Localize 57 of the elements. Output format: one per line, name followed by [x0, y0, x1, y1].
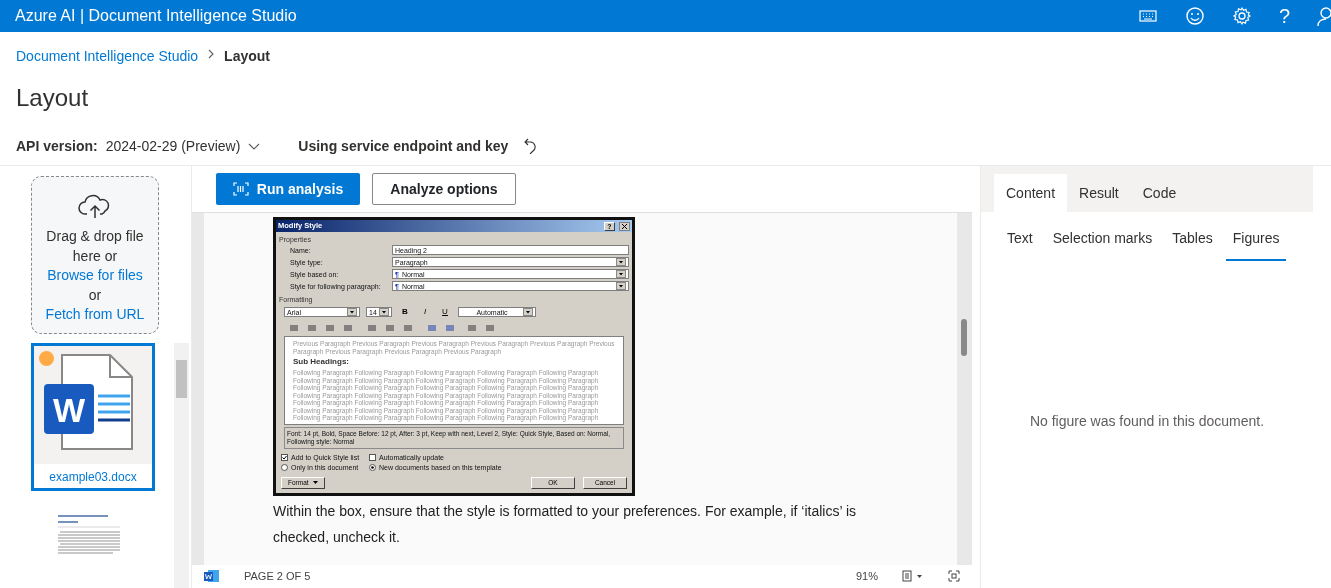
document-paragraph: Within the box, ensure that the style is formatted to your preferences. For example, if ‘italics’ is checked, uncheck it. — [273, 501, 858, 547]
word-icon — [204, 569, 220, 583]
api-version-label: API version: — [16, 137, 98, 156]
cloud-upload-icon — [78, 193, 112, 219]
tab[interactable]: Selection marks — [1045, 228, 1160, 261]
person-icon[interactable] — [1317, 6, 1331, 26]
analyze-options-button[interactable]: Analyze options — [372, 173, 516, 205]
dropdown-arrow-icon — [616, 282, 626, 290]
scrollbar-thumb[interactable] — [176, 360, 187, 398]
tab[interactable]: Tables — [1165, 228, 1220, 261]
file-thumbnail[interactable]: W example03.docx — [31, 343, 155, 491]
underline-button[interactable]: U — [438, 306, 452, 318]
upload-text: Drag & drop file here or — [45, 227, 145, 266]
settings-icon[interactable] — [1231, 6, 1252, 26]
dropdown-arrow-icon — [523, 308, 533, 316]
app-title: Azure AI | Document Intelligence Studio — [15, 6, 298, 26]
dropdown-arrow-icon — [347, 308, 357, 316]
radio-button[interactable] — [281, 463, 288, 471]
run-analysis-button[interactable]: Run analysis — [216, 173, 360, 205]
endpoint-label: Using service endpoint and key — [298, 137, 509, 156]
dropdown-arrow-icon — [379, 308, 389, 316]
breadcrumb-link[interactable]: Document Intelligence Studio — [16, 46, 199, 67]
empty-message: No figure was found in this document. — [1028, 412, 1266, 431]
italic-button[interactable]: I — [418, 306, 432, 318]
bold-button[interactable]: B — [398, 306, 412, 318]
scan-icon — [232, 182, 249, 196]
smiley-icon[interactable] — [1184, 6, 1205, 26]
upload-link[interactable]: Fetch from URL — [32, 305, 158, 325]
help-button[interactable]: ? — [1278, 1, 1290, 31]
tab[interactable]: Text — [1000, 228, 1040, 261]
checkbox[interactable] — [369, 453, 376, 461]
file-name: example03.docx — [34, 464, 152, 488]
checkbox[interactable] — [281, 453, 288, 461]
upload-link[interactable]: Browse for files — [32, 266, 158, 286]
radio-button[interactable] — [369, 463, 376, 471]
scrollbar-thumb[interactable] — [961, 319, 967, 356]
tab[interactable]: Result — [1067, 174, 1131, 212]
api-version-dropdown[interactable]: 2024-02-29 (Preview) — [105, 136, 261, 157]
tab[interactable]: Content — [994, 174, 1068, 212]
dropdown-arrow-icon — [616, 258, 626, 266]
page-indicator: PAGE 2 OF 5 — [244, 568, 312, 584]
page-title: Layout — [16, 84, 90, 113]
upload-area[interactable]: Drag & drop file here or Browse for files or Fetch from URL — [31, 176, 159, 334]
tab[interactable]: Figures — [1225, 228, 1287, 261]
tab[interactable]: Code — [1130, 174, 1189, 212]
undo-icon[interactable] — [524, 136, 539, 154]
dropdown-arrow-icon — [616, 270, 626, 278]
chevron-down-icon — [248, 141, 261, 152]
breadcrumb-current: Layout — [224, 47, 270, 66]
fit-screen-icon[interactable] — [948, 570, 960, 582]
caret-icon — [312, 480, 318, 485]
scrollbar[interactable] — [174, 343, 189, 588]
page-view-icon[interactable] — [902, 570, 924, 582]
upload-text: or — [87, 285, 103, 305]
preview-heading: Sub Headings: — [293, 358, 350, 366]
close-icon[interactable] — [619, 221, 630, 231]
zoom-level: 91% — [855, 568, 878, 584]
